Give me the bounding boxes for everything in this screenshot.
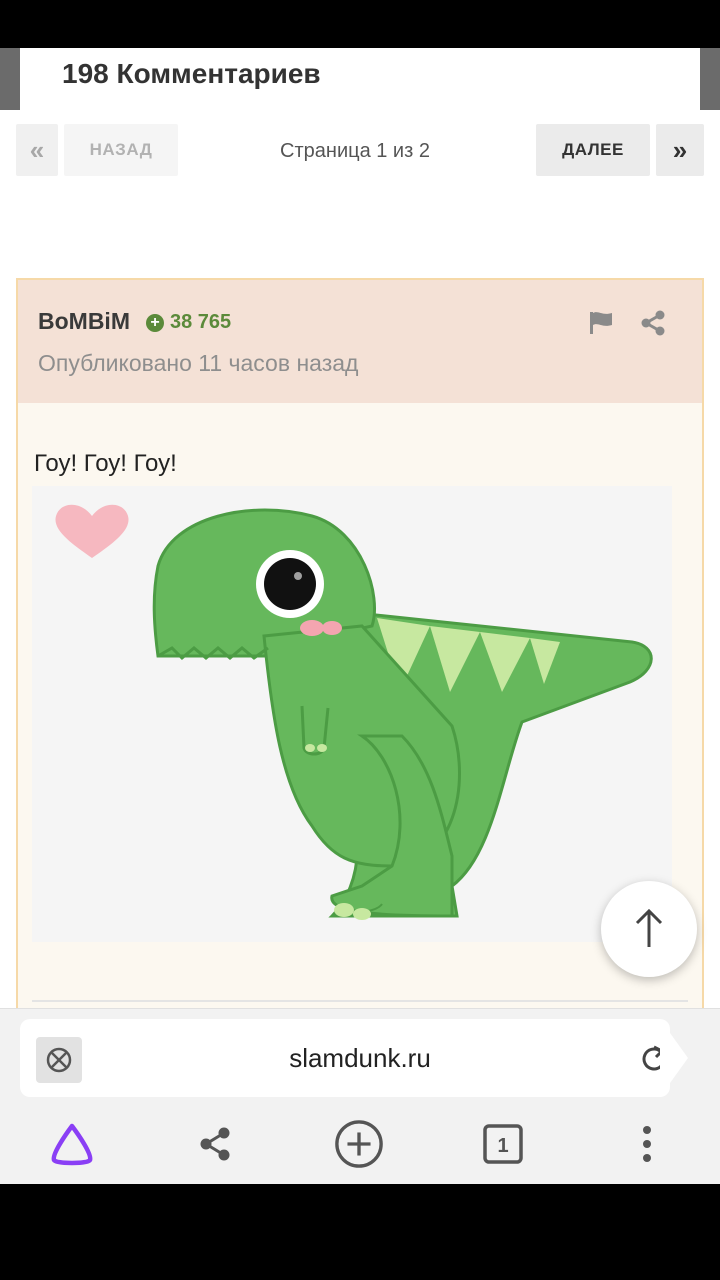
browser-toolbar: slamdunk.ru 1 bbox=[0, 1008, 720, 1184]
first-page-button[interactable]: « bbox=[16, 124, 58, 176]
url-text: slamdunk.ru bbox=[289, 1043, 431, 1073]
share-icon[interactable] bbox=[638, 308, 668, 338]
scroll-to-top-button[interactable] bbox=[601, 881, 697, 977]
author-name[interactable]: BoMBiM bbox=[38, 308, 130, 335]
screen: 198 Комментариев « НАЗАД Страница 1 из 2… bbox=[0, 48, 720, 1184]
next-page-button[interactable]: ДАЛЕЕ bbox=[536, 124, 650, 176]
header-side-strip bbox=[700, 48, 720, 110]
post-date: Опубликовано 11 часов назад bbox=[38, 350, 359, 376]
prev-page-button[interactable]: НАЗАД bbox=[64, 124, 178, 176]
reputation-plus-icon: + bbox=[146, 313, 164, 332]
arrow-up-icon bbox=[635, 908, 663, 947]
comments-title: 198 Комментариев bbox=[62, 58, 321, 89]
pagination: « НАЗАД Страница 1 из 2 ДАЛЕЕ » bbox=[0, 124, 720, 178]
header-side-strip bbox=[0, 48, 20, 110]
address-bar-tip bbox=[660, 1019, 688, 1097]
post-header: BoMBiM + 38 765 Опубликовано 11 часов на… bbox=[18, 280, 702, 403]
tabs-icon[interactable]: 1 bbox=[478, 1119, 528, 1169]
alice-icon[interactable] bbox=[47, 1119, 97, 1169]
browser-nav: 1 bbox=[0, 1113, 720, 1177]
dinosaur-image[interactable] bbox=[32, 486, 672, 942]
page-info: Страница 1 из 2 bbox=[280, 140, 430, 162]
flag-icon[interactable] bbox=[586, 308, 616, 338]
more-icon[interactable] bbox=[622, 1119, 672, 1169]
post-text: Гоу! Гоу! Гоу! bbox=[34, 450, 177, 477]
reputation-badge: + 38 765 bbox=[146, 311, 231, 334]
post-divider bbox=[32, 1000, 688, 1002]
reputation-value: 38 765 bbox=[170, 311, 232, 333]
address-bar[interactable]: slamdunk.ru bbox=[20, 1019, 670, 1097]
share-icon[interactable] bbox=[190, 1119, 240, 1169]
last-page-button[interactable]: » bbox=[656, 124, 704, 176]
new-tab-icon[interactable] bbox=[334, 1119, 384, 1169]
tab-count: 1 bbox=[497, 1135, 508, 1157]
comments-header: 198 Комментариев bbox=[20, 48, 700, 110]
